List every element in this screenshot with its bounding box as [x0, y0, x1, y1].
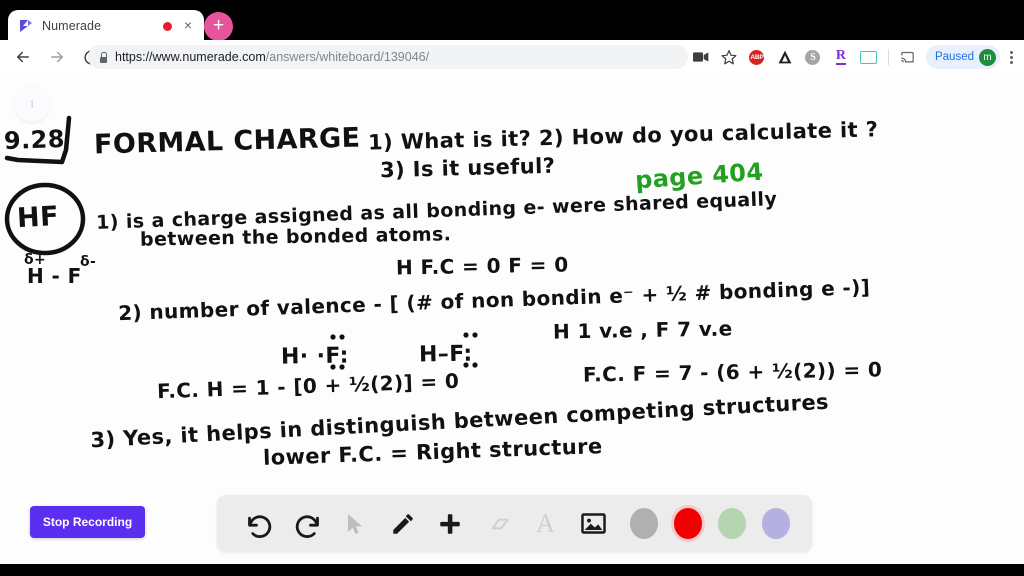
whiteboard-canvas[interactable]: 1 9.28 HF FORMAL CHARGE 1) What is it? 2…	[0, 74, 1024, 576]
numerade-play-icon	[18, 18, 34, 34]
skype-label: S	[805, 49, 821, 65]
address-bar[interactable]: https://www.numerade.com/answers/whitebo…	[88, 45, 688, 69]
text-tool-label: A	[536, 508, 555, 538]
skype-icon[interactable]: S	[800, 44, 826, 70]
url-domain: https://www.numerade.com	[115, 50, 266, 64]
eraser-tool[interactable]	[477, 501, 519, 547]
close-icon[interactable]: ×	[180, 18, 196, 34]
dot	[1009, 55, 1013, 59]
color-swatch-red[interactable]	[673, 508, 702, 539]
profile-status-pill[interactable]: Paused m	[925, 45, 1000, 69]
adblock-plus-icon[interactable]: ABP	[744, 44, 770, 70]
bottom-black-bar	[0, 564, 1024, 576]
three-dot-menu-icon[interactable]	[1002, 44, 1020, 70]
recording-dot-icon	[163, 21, 172, 31]
new-tab-button[interactable]: +	[204, 12, 233, 41]
color-swatch-purple[interactable]	[761, 508, 790, 539]
cursor-tool[interactable]	[334, 501, 376, 547]
image-tool[interactable]	[572, 501, 614, 547]
toolbar-right-icons: ABP S R Paused m	[688, 42, 1020, 72]
browser-toolbar: https://www.numerade.com/answers/whitebo…	[0, 40, 1024, 74]
text-tool[interactable]: A	[525, 501, 567, 547]
dot	[1009, 60, 1013, 64]
toolbar-divider	[887, 49, 889, 65]
screen-monitor-icon[interactable]	[856, 44, 882, 70]
adblock-plus-label: ABP	[749, 49, 765, 65]
browser-tab-numerade[interactable]: Numerade ×	[8, 10, 204, 42]
color-swatch-gray[interactable]	[629, 508, 658, 539]
url-path: /answers/whiteboard/139046/	[265, 50, 430, 64]
grammarly-icon[interactable]	[772, 44, 798, 70]
back-arrow-icon[interactable]	[8, 42, 38, 72]
browser-window: Numerade × + https://www.numerade.com/an…	[0, 0, 1024, 576]
dot	[1009, 50, 1013, 54]
color-swatch-green[interactable]	[717, 508, 746, 539]
add-page-button[interactable]	[429, 501, 471, 547]
cast-icon[interactable]	[895, 44, 921, 70]
pencil-tool[interactable]	[382, 501, 424, 547]
forward-arrow-icon[interactable]	[42, 42, 72, 72]
tab-strip: Numerade × +	[0, 0, 1024, 42]
bookmark-star-icon[interactable]	[716, 44, 742, 70]
stop-recording-button[interactable]: Stop Recording	[30, 506, 145, 538]
whiteboard-toolbar: A	[217, 495, 812, 552]
redo-button[interactable]	[287, 501, 329, 547]
monitor-glyph	[860, 50, 878, 64]
undo-button[interactable]	[239, 501, 281, 547]
lock-icon	[98, 51, 108, 63]
tab-title: Numerade	[42, 19, 102, 33]
video-camera-icon[interactable]	[688, 44, 714, 70]
avatar[interactable]: m	[979, 48, 996, 66]
rakuten-icon[interactable]: R	[828, 44, 854, 70]
status-badge: Paused	[934, 51, 974, 63]
url-text: https://www.numerade.com/answers/whitebo…	[115, 50, 429, 64]
rakuten-label: R	[835, 48, 847, 65]
